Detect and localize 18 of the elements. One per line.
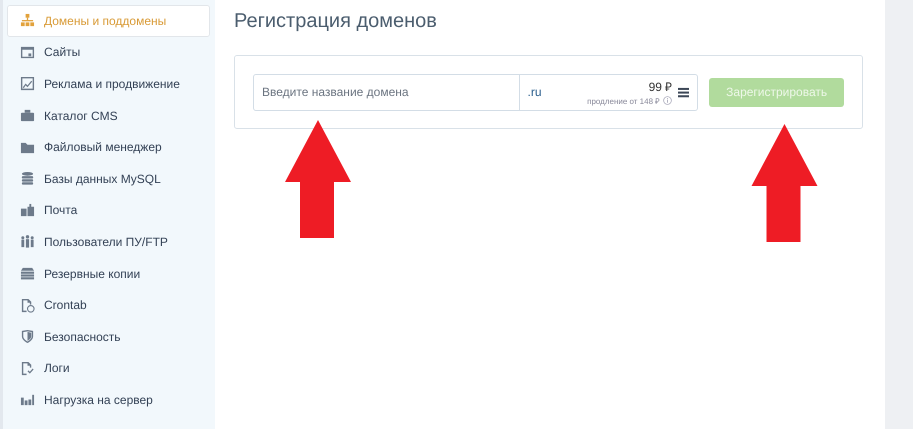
page-title: Регистрация доменов <box>234 10 438 33</box>
zone-label: .ru <box>528 85 542 99</box>
sidebar-item[interactable]: Почта <box>7 194 210 226</box>
sidebar-item[interactable]: Логи <box>7 352 210 384</box>
sidebar-item[interactable]: Нагрузка на сервер <box>7 384 210 416</box>
sidebar-item[interactable]: Реклама и продвижение <box>7 68 210 100</box>
sidebar-item[interactable]: Базы данных MySQL <box>7 162 210 195</box>
sidebar-item[interactable]: Безопасность <box>7 320 210 353</box>
sidebar-item[interactable]: Пользователи ПУ/FTP <box>7 226 210 258</box>
sidebar-item[interactable]: Резервные копии <box>7 258 210 290</box>
price-text: 99 ₽ <box>648 79 672 95</box>
zone-selector[interactable]: .ru 99 ₽ продление от 148 ₽ <box>520 74 698 110</box>
renewal-text: продление от 148 ₽ <box>587 96 660 106</box>
sidebar-item[interactable]: Crontab <box>7 289 210 321</box>
sidebar-item[interactable]: Сайты <box>7 36 210 68</box>
sidebar-item[interactable]: Каталог CMS <box>7 100 210 132</box>
sidebar-item[interactable]: Файловый менеджер <box>7 131 210 163</box>
domain-field[interactable]: Введите название домена <box>253 74 520 110</box>
